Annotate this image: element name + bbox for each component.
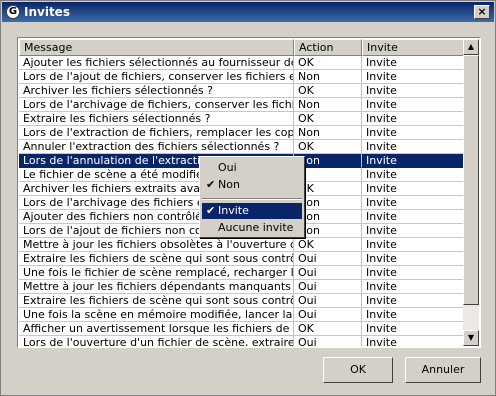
- cell-action: OK: [294, 84, 362, 98]
- cell-invite: Invite: [362, 210, 464, 224]
- cell-message: Une fois le fichier de scène remplacé, r…: [19, 266, 294, 280]
- cell-message: Lors de l'extraction de fichiers, rempla…: [19, 126, 294, 140]
- cell-action: Oui: [294, 308, 362, 322]
- cell-invite: Invite: [362, 294, 464, 308]
- cell-invite: Invite: [362, 252, 464, 266]
- cell-invite: Invite: [362, 84, 464, 98]
- table-row[interactable]: Mettre à jour les fichiers dépendants ma…: [19, 280, 464, 294]
- table-row[interactable]: Extraire les fichiers sélectionnés ? OK In…: [19, 112, 464, 126]
- cell-action: OK: [294, 56, 362, 70]
- menu-item-invite[interactable]: ✔ Invite: [202, 203, 302, 219]
- cell-action: Oui: [294, 294, 362, 308]
- table-row[interactable]: Une fois la scène en mémoire modifiée, l…: [19, 308, 464, 322]
- cell-message: Lors de l'archivage de fichiers, conserv…: [19, 98, 294, 112]
- menu-item-oui[interactable]: Oui: [202, 160, 302, 176]
- table-row[interactable]: Mettre à jour les fichiers obsolètes à l…: [19, 238, 464, 252]
- cell-invite: Invite: [362, 154, 464, 168]
- cell-invite: Invite: [362, 126, 464, 140]
- table-row[interactable]: Une fois le fichier de scène remplacé, r…: [19, 266, 464, 280]
- cell-message: Extraire les fichiers de scène qui sont …: [19, 252, 294, 266]
- cell-invite: Invite: [362, 280, 464, 294]
- cancel-button[interactable]: Annuler: [405, 357, 481, 383]
- cell-action: OK: [294, 322, 362, 336]
- column-header-action[interactable]: Action: [294, 39, 362, 56]
- check-icon: ✔: [206, 178, 216, 191]
- cell-action: Oui: [294, 280, 362, 294]
- scroll-down-button[interactable]: ▼: [463, 330, 479, 346]
- menu-item-label: Oui: [218, 161, 237, 174]
- table-row[interactable]: Lors de l'archivage de fichiers, conserv…: [19, 98, 464, 112]
- cell-invite: Invite: [362, 322, 464, 336]
- cell-message: Extraire les fichiers de scène qui sont …: [19, 294, 294, 308]
- cell-message: Archiver les fichiers sélectionnés ?: [19, 84, 294, 98]
- table-row[interactable]: Annuler l'extraction des fichiers sélect…: [19, 140, 464, 154]
- ok-button[interactable]: OK: [323, 357, 393, 383]
- cell-invite: Invite: [362, 238, 464, 252]
- column-header-message[interactable]: Message: [19, 39, 294, 56]
- table-row[interactable]: Afficher un avertissement lorsque les fi…: [19, 322, 464, 336]
- list-header: Message Action Invite: [19, 39, 464, 56]
- cell-action: Oui: [294, 266, 362, 280]
- menu-item-label: Aucune invite: [218, 221, 294, 234]
- cell-message: Lors de l'ouverture d'un fichier de scèn…: [19, 336, 294, 346]
- cell-action: OK: [294, 238, 362, 252]
- cell-message: Mettre à jour les fichiers dépendants ma…: [19, 280, 294, 294]
- table-row[interactable]: Lors de l'ouverture d'un fichier de scèn…: [19, 336, 464, 346]
- scroll-thumb[interactable]: [463, 55, 479, 305]
- cell-action: OK: [294, 112, 362, 126]
- cell-action: Non: [294, 98, 362, 112]
- cell-invite: Invite: [362, 308, 464, 322]
- table-row[interactable]: Archiver les fichiers sélectionnés ? OK In…: [19, 84, 464, 98]
- vertical-scrollbar[interactable]: ▲ ▼: [463, 39, 479, 346]
- cell-action: OK: [294, 140, 362, 154]
- cell-message: Extraire les fichiers sélectionnés ?: [19, 112, 294, 126]
- cell-message: Ajouter les fichiers sélectionnés au fou…: [19, 56, 294, 70]
- scroll-up-button[interactable]: ▲: [463, 39, 479, 55]
- cell-action: Non: [294, 126, 362, 140]
- cell-message: Une fois la scène en mémoire modifiée, l…: [19, 308, 294, 322]
- check-icon: ✔: [206, 204, 216, 217]
- table-row[interactable]: Extraire les fichiers de scène qui sont …: [19, 252, 464, 266]
- cell-invite: Invite: [362, 70, 464, 84]
- cell-action: Oui: [294, 252, 362, 266]
- cell-invite: Invite: [362, 336, 464, 346]
- cell-invite: Invite: [362, 56, 464, 70]
- cell-invite: Invite: [362, 140, 464, 154]
- cell-invite: Invite: [362, 98, 464, 112]
- dialog-window: G Invites × Message Action Invite Ajoute…: [0, 0, 496, 396]
- close-button[interactable]: ×: [474, 5, 490, 19]
- table-row[interactable]: Lors de l'ajout de fichiers, conserver l…: [19, 70, 464, 84]
- cell-invite: Invite: [362, 168, 464, 182]
- cell-action: Non: [294, 70, 362, 84]
- cell-invite: Invite: [362, 266, 464, 280]
- context-menu: Oui ✔ Non ✔ Invite Aucune invite: [199, 156, 305, 238]
- menu-item-label: Invite: [218, 204, 249, 217]
- cell-action: Oui: [294, 336, 362, 346]
- cell-invite: Invite: [362, 224, 464, 238]
- cell-message: Afficher un avertissement lorsque les fi…: [19, 322, 294, 336]
- table-row[interactable]: Extraire les fichiers de scène qui sont …: [19, 294, 464, 308]
- menu-separator: [202, 198, 302, 200]
- title-bar[interactable]: G Invites ×: [2, 2, 494, 22]
- cell-message: Lors de l'ajout de fichiers, conserver l…: [19, 70, 294, 84]
- window-title: Invites: [24, 5, 70, 19]
- menu-item-label: Non: [218, 178, 240, 191]
- cell-message: Annuler l'extraction des fichiers sélect…: [19, 140, 294, 154]
- column-header-invite[interactable]: Invite: [362, 39, 464, 56]
- cell-invite: Invite: [362, 196, 464, 210]
- table-row[interactable]: Lors de l'extraction de fichiers, rempla…: [19, 126, 464, 140]
- menu-item-non[interactable]: ✔ Non: [202, 177, 302, 193]
- table-row[interactable]: Ajouter les fichiers sélectionnés au fou…: [19, 56, 464, 70]
- cell-invite: Invite: [362, 112, 464, 126]
- cell-message: Mettre à jour les fichiers obsolètes à l…: [19, 238, 294, 252]
- app-icon: G: [6, 5, 20, 19]
- menu-item-aucune-invite[interactable]: Aucune invite: [202, 220, 302, 236]
- cell-invite: Invite: [362, 182, 464, 196]
